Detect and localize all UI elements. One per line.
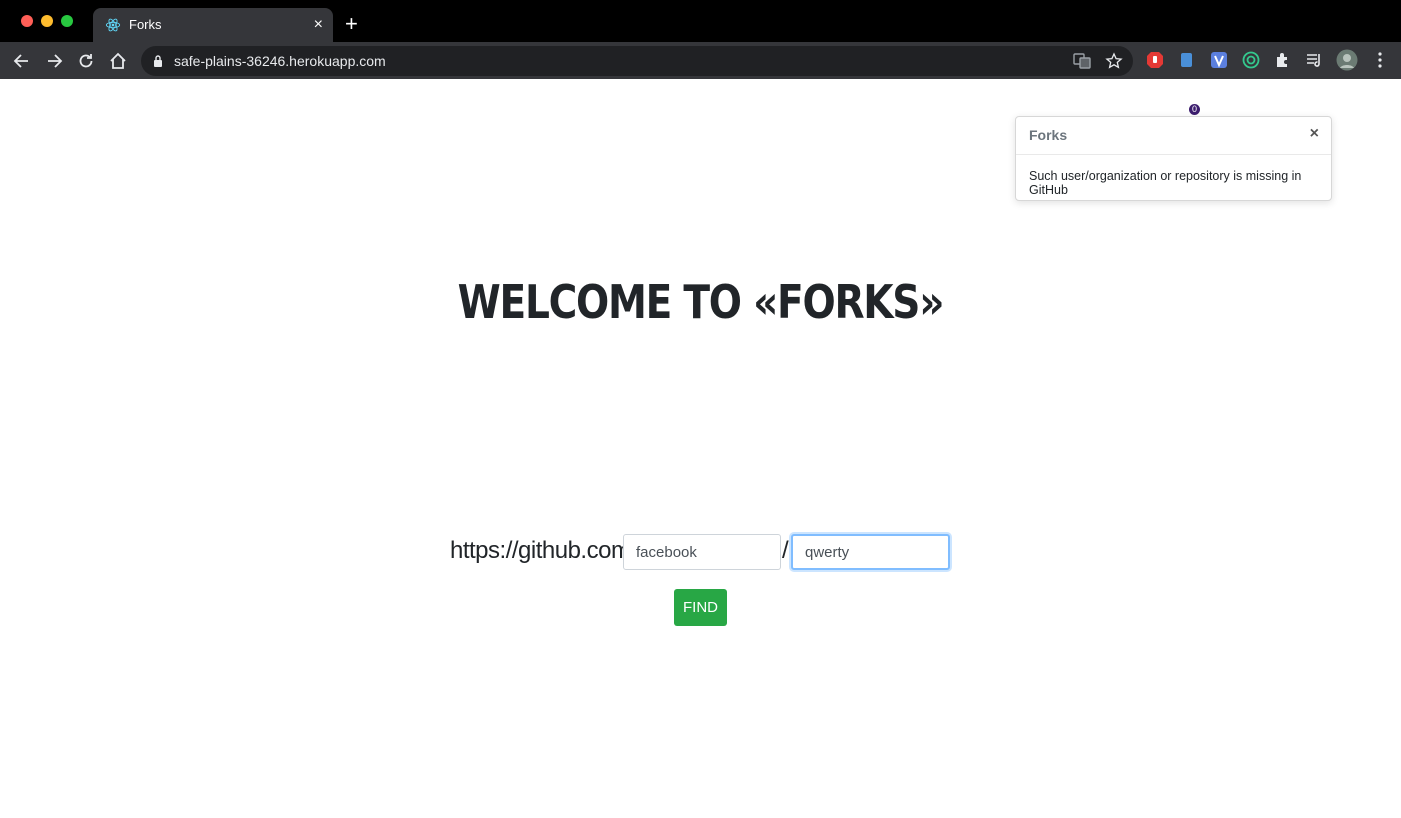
profile-avatar[interactable]	[1336, 49, 1358, 71]
browser-toolbar: safe-plains-36246.herokuapp.com 0	[0, 42, 1401, 115]
browser-tabbar: Forks × +	[0, 0, 1401, 42]
user-input[interactable]	[623, 534, 781, 570]
tab-close-icon[interactable]: ×	[314, 15, 323, 35]
target-extension-icon[interactable]	[1242, 51, 1260, 69]
bookmark-star-icon[interactable]	[1105, 52, 1123, 70]
translate-icon[interactable]	[1073, 52, 1091, 70]
page-title: WELCOME TO «FORKS»	[457, 275, 945, 329]
minimize-window-button[interactable]	[41, 15, 53, 27]
lock-icon	[154, 55, 162, 67]
tab-title: Forks	[129, 17, 162, 32]
more-menu-icon[interactable]	[1371, 51, 1389, 69]
path-separator: /	[782, 537, 789, 564]
address-bar[interactable]: safe-plains-36246.herokuapp.com	[141, 46, 1133, 76]
extension-badge: 0	[1189, 104, 1201, 115]
back-arrow-icon[interactable]	[12, 51, 32, 71]
reload-icon[interactable]	[76, 51, 96, 71]
reading-list-icon[interactable]	[1306, 51, 1324, 69]
url-text: safe-plains-36246.herokuapp.com	[174, 53, 386, 69]
close-window-button[interactable]	[21, 15, 33, 27]
adblock-extension-icon[interactable]	[1146, 51, 1164, 69]
puzzle-extensions-icon[interactable]	[1274, 51, 1292, 69]
maximize-window-button[interactable]	[61, 15, 73, 27]
toast-header: Forks ×	[1016, 117, 1331, 155]
browser-tab[interactable]: Forks ×	[93, 8, 333, 42]
repo-input[interactable]	[791, 534, 950, 570]
github-url-prefix: https://github.com/	[450, 537, 637, 564]
home-icon[interactable]	[108, 51, 128, 71]
forward-arrow-icon[interactable]	[44, 51, 64, 71]
error-toast: Forks × Such user/organization or reposi…	[1015, 116, 1332, 201]
find-button[interactable]: FIND	[674, 589, 727, 626]
pushbullet-extension-icon[interactable]	[1178, 51, 1196, 69]
toast-close-icon[interactable]: ×	[1310, 125, 1319, 143]
toast-message: Such user/organization or repository is …	[1029, 169, 1302, 197]
react-icon	[105, 18, 121, 32]
v-extension-icon[interactable]	[1210, 51, 1228, 69]
new-tab-button[interactable]: +	[345, 13, 358, 35]
toast-title: Forks	[1029, 127, 1068, 143]
